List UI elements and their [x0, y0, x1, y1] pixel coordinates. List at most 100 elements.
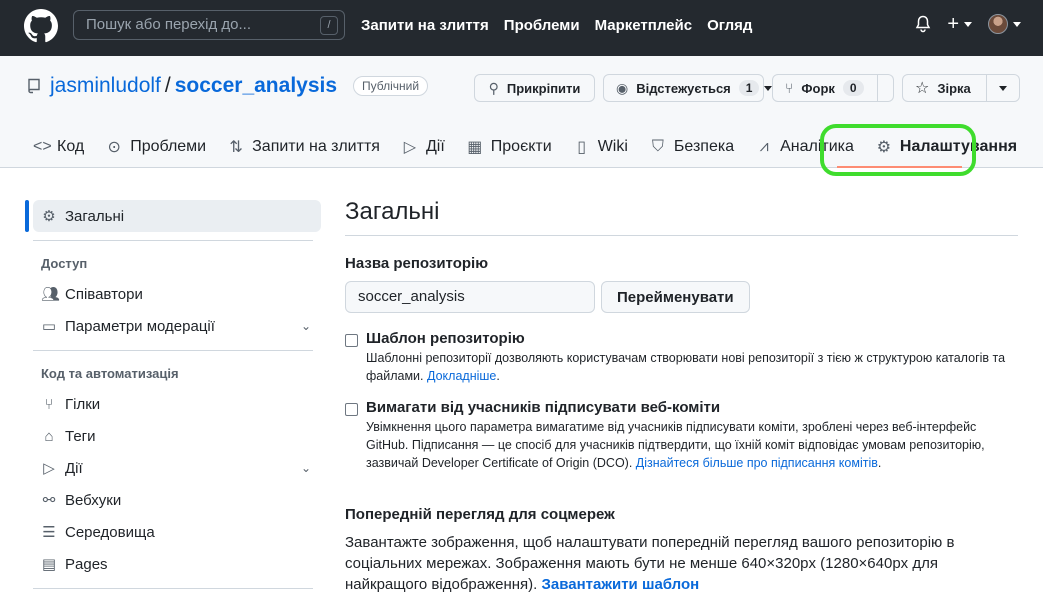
- table-icon: ▦: [467, 139, 483, 156]
- global-nav-marketplace[interactable]: Маркетплейс: [595, 17, 692, 34]
- watch-label: Відстежується: [636, 80, 731, 96]
- signoff-description: Увімкнення цього параметра вимагатиме ві…: [366, 420, 985, 470]
- star-icon: ☆: [915, 80, 930, 97]
- settings-main: Загальні Назва репозиторію soccer_analys…: [345, 196, 1018, 595]
- template-repo-checkbox[interactable]: [345, 334, 358, 347]
- tab-issues[interactable]: ⊙ Проблеми: [106, 134, 207, 160]
- comment-discussion-icon: ▭: [41, 318, 57, 335]
- search-input[interactable]: Пошук або перехід до... /: [73, 10, 345, 40]
- sidebar-selected-wrapper: ⚙ Загальні: [25, 200, 321, 232]
- star-button[interactable]: ☆ Зірка: [902, 74, 987, 102]
- tab-label: Код: [57, 138, 85, 155]
- sidebar-item-general[interactable]: ⚙ Загальні: [33, 200, 321, 232]
- tab-label: Wiki: [597, 138, 628, 155]
- search-shortcut-hint: /: [320, 16, 338, 35]
- sidebar-item-moderation[interactable]: ▭ Параметри модерації ⌄: [25, 310, 321, 342]
- sidebar-item-webhooks[interactable]: ⚯ Вебхуки: [25, 484, 321, 516]
- global-nav-pull-requests[interactable]: Запити на злиття: [361, 17, 489, 34]
- chevron-down-icon: [999, 85, 1007, 91]
- fork-button[interactable]: ⑂ Форк 0: [772, 74, 878, 102]
- global-nav-explore[interactable]: Огляд: [707, 17, 752, 34]
- sidebar-item-collaborators[interactable]: 👥︎ Співавтори: [25, 278, 321, 310]
- tab-label: Проєкти: [490, 138, 552, 155]
- gear-icon: ⚙: [42, 208, 56, 225]
- bell-icon[interactable]: [915, 15, 931, 33]
- repo-icon: [28, 78, 40, 94]
- tab-security[interactable]: ⛉ Безпека: [650, 134, 734, 160]
- sidebar-item-label: Параметри модерації: [65, 317, 215, 335]
- selected-marker: [25, 200, 29, 232]
- global-nav-issues[interactable]: Проблеми: [504, 17, 580, 34]
- avatar: [988, 14, 1008, 34]
- repo-name-input[interactable]: soccer_analysis: [345, 281, 595, 313]
- global-nav: Запити на злиття Проблеми Маркетплейс Ог…: [361, 17, 752, 34]
- sidebar-item-pages[interactable]: ▤ Pages: [25, 548, 321, 580]
- settings-sidebar: ⚙ Загальні Доступ 👥︎ Співавтори ▭ Параме…: [25, 200, 321, 589]
- play-icon: ▷: [43, 460, 55, 477]
- pin-icon: ⚲: [488, 79, 499, 96]
- sidebar-item-environments[interactable]: ☰ Середовища: [25, 516, 321, 548]
- repo-name-label: Назва репозиторію: [345, 255, 489, 272]
- repo-name-row: soccer_analysis Перейменувати: [345, 281, 1018, 313]
- plus-icon: +: [947, 13, 959, 35]
- book-icon: ▯: [577, 139, 587, 156]
- watch-button[interactable]: ◉ Відстежується 1: [603, 74, 773, 102]
- template-repo-setting: Шаблон репозиторію Шаблонні репозиторії …: [345, 330, 1018, 385]
- sidebar-item-label: Теги: [65, 427, 96, 445]
- rename-button[interactable]: Перейменувати: [601, 281, 750, 313]
- chevron-down-icon: [964, 22, 972, 28]
- sidebar-heading-access: Доступ: [41, 256, 88, 271]
- signoff-title: Вимагати від учасників підписувати веб-к…: [366, 399, 721, 416]
- repo-owner-link[interactable]: jasminludolf: [50, 74, 161, 98]
- star-button-group: ☆ Зірка: [902, 74, 1020, 102]
- page-title: Загальні: [345, 196, 1018, 236]
- visibility-badge: Публічний: [353, 76, 429, 96]
- sidebar-item-branches[interactable]: ⑂ Гілки: [25, 388, 321, 420]
- repo-path-separator: /: [164, 74, 171, 97]
- pin-label: Прикріпити: [506, 80, 581, 96]
- pin-button[interactable]: ⚲ Прикріпити: [474, 74, 595, 102]
- social-preview-description: Завантажте зображення, щоб налаштувати п…: [345, 532, 1018, 595]
- browser-icon: ▤: [41, 556, 57, 573]
- tab-projects[interactable]: ▦ Проєкти: [467, 134, 552, 160]
- tab-actions[interactable]: ▷ Дії: [402, 134, 445, 160]
- sidebar-item-label: Загальні: [65, 207, 125, 225]
- search-placeholder: Пошук або перехід до...: [86, 16, 251, 33]
- code-icon: <>: [33, 138, 52, 155]
- sidebar-item-actions[interactable]: ▷ Дії ⌄: [25, 452, 321, 484]
- tab-pull-requests[interactable]: ⇅ Запити на злиття: [228, 134, 380, 160]
- sidebar-heading-code-automation: Код та автоматизація: [41, 366, 179, 381]
- settings-tab-highlight: [820, 124, 976, 176]
- shield-icon: ⛉: [651, 138, 664, 155]
- template-learn-more-link[interactable]: Докладніше: [427, 369, 496, 383]
- people-icon: 👥︎: [41, 286, 61, 303]
- tab-label: Дії: [425, 138, 445, 155]
- repo-name-link[interactable]: soccer_analysis: [175, 74, 337, 98]
- create-new-button[interactable]: +: [947, 14, 972, 34]
- sidebar-item-tags[interactable]: ⌂ Теги: [25, 420, 321, 452]
- download-template-link[interactable]: Завантажити шаблон: [542, 576, 700, 593]
- tab-label: Проблеми: [130, 138, 207, 155]
- github-mark-icon[interactable]: [24, 9, 58, 43]
- tab-label: Безпека: [673, 138, 735, 155]
- chevron-down-icon: ⌄: [300, 461, 311, 475]
- template-repo-text: Шаблон репозиторію Шаблонні репозиторії …: [366, 330, 1018, 385]
- eye-icon: ◉: [616, 79, 629, 96]
- signoff-learn-more-link[interactable]: Дізнайтеся більше про підписання комітів: [636, 456, 878, 470]
- template-repo-description: Шаблонні репозиторії дозволяють користув…: [366, 351, 1006, 383]
- star-list-dropdown-button[interactable]: [987, 74, 1020, 102]
- signoff-text: Вимагати від учасників підписувати веб-к…: [366, 399, 1018, 472]
- webhook-icon: ⚯: [42, 492, 56, 509]
- fork-dropdown-button[interactable]: [878, 74, 894, 102]
- sidebar-item-label: Середовища: [65, 523, 155, 541]
- user-menu-button[interactable]: [988, 14, 1021, 34]
- sidebar-item-label: Вебхуки: [65, 491, 122, 509]
- tab-wiki[interactable]: ▯ Wiki: [574, 134, 628, 160]
- signoff-checkbox[interactable]: [345, 403, 358, 416]
- star-label: Зірка: [937, 80, 971, 96]
- tab-code[interactable]: <> Код: [33, 134, 84, 160]
- header-actions: +: [915, 14, 1021, 34]
- sidebar-item-label: Співавтори: [65, 285, 143, 303]
- play-icon: ▷: [403, 139, 417, 156]
- chevron-down-icon: [1013, 21, 1021, 27]
